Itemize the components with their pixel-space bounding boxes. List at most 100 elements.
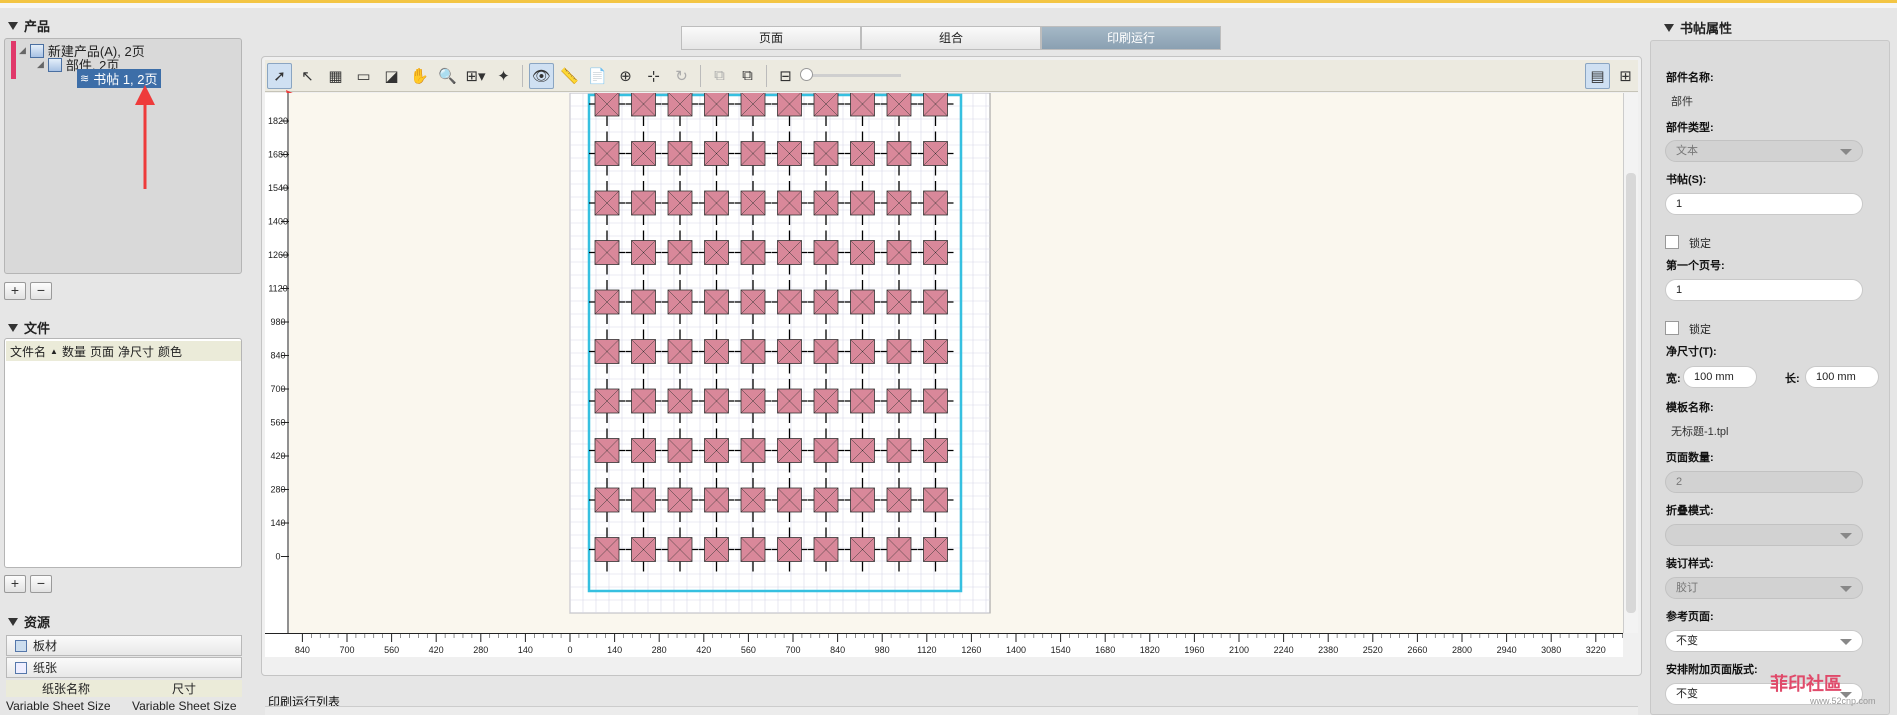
expand-triangle-icon[interactable]: ◢ xyxy=(19,45,26,56)
v-ruler-label: 1680 xyxy=(268,150,288,160)
properties-panel-header[interactable]: 书帖属性 xyxy=(1664,18,1732,37)
part-type-select[interactable]: 文本 xyxy=(1665,140,1863,162)
v-ruler-label: 280 xyxy=(270,485,285,495)
column-header-trim-size[interactable]: 净尺寸 xyxy=(118,343,154,360)
chevron-down-icon xyxy=(1840,533,1852,539)
h-ruler-label: 2100 xyxy=(1229,645,1249,655)
table-row[interactable]: Variable Sheet Size Variable Sheet Size xyxy=(6,699,242,715)
width-label: 宽: xyxy=(1666,373,1681,385)
template-name-label: 模板名称: xyxy=(1666,402,1714,414)
column-header-filename[interactable]: 文件名 xyxy=(10,343,46,360)
properties-panel-title: 书帖属性 xyxy=(1680,21,1733,36)
sheet-tool-button[interactable]: ◪ xyxy=(379,63,404,89)
part-name-label: 部件名称: xyxy=(1666,72,1714,84)
lock-signature-checkbox[interactable] xyxy=(1665,235,1679,249)
page-tool-button[interactable]: ▭ xyxy=(351,63,376,89)
trim-size-label: 净尺寸(T): xyxy=(1666,346,1717,358)
zoom-slider[interactable] xyxy=(800,68,901,81)
resource-item-label: 纸张 xyxy=(33,661,58,675)
single-view-icon[interactable]: ▤ xyxy=(1585,62,1610,89)
resource-item-plate[interactable]: 板材 xyxy=(6,635,242,656)
product-panel-header[interactable]: 产品 xyxy=(8,16,50,35)
length-label: 长: xyxy=(1785,373,1800,385)
align-left-icon[interactable]: ⧉ xyxy=(707,63,732,89)
add-product-button[interactable]: + xyxy=(4,282,26,300)
tab-press-run[interactable]: 印刷运行 xyxy=(1041,26,1221,50)
length-input[interactable]: 100 mm xyxy=(1805,366,1879,388)
page-count-label: 页面数量: xyxy=(1666,452,1714,464)
column-header-color[interactable]: 颜色 xyxy=(158,343,182,360)
remove-product-button[interactable]: − xyxy=(30,282,52,300)
split-icon[interactable]: ⊹ xyxy=(641,63,666,89)
watermark-text: 菲印社區 xyxy=(1770,674,1842,694)
resource-item-paper[interactable]: 纸张 xyxy=(6,657,242,678)
v-ruler-label: 140 xyxy=(270,518,285,528)
h-ruler-label: 3220 xyxy=(1586,645,1606,655)
ruler-icon[interactable]: 📏 xyxy=(557,63,582,89)
column-header-pages[interactable]: 页面 xyxy=(90,343,114,360)
eye-icon[interactable]: 👁 xyxy=(529,62,554,89)
h-ruler-label: 2380 xyxy=(1318,645,1338,655)
part-name-value: 部件 xyxy=(1671,96,1693,108)
vertical-scrollbar-thumb[interactable] xyxy=(1626,173,1636,613)
h-ruler-label: 2800 xyxy=(1452,645,1472,655)
tab-combine[interactable]: 组合 xyxy=(861,26,1041,50)
v-ruler-label: 1120 xyxy=(268,284,287,294)
layout-dropdown-button[interactable]: ⊞▾ xyxy=(463,63,488,89)
add-file-button[interactable]: + xyxy=(4,575,26,593)
page-count-field: 2 xyxy=(1665,471,1863,493)
imposition-preview[interactable]: 1820168015401400126011209808407005604202… xyxy=(265,93,1623,633)
lock-first-page-checkbox[interactable] xyxy=(1665,321,1679,335)
document-icon[interactable]: 📄 xyxy=(585,63,610,89)
first-page-input[interactable]: 1 xyxy=(1665,279,1863,301)
column-header-quantity[interactable]: 数量 xyxy=(62,343,86,360)
subselect-tool-button[interactable]: ↖ xyxy=(295,63,320,89)
resources-panel-title: 资源 xyxy=(24,615,51,630)
resources-panel-header[interactable]: 资源 xyxy=(8,612,50,631)
column-header-size[interactable]: 尺寸 xyxy=(126,680,242,697)
crosshair-icon[interactable]: ⊕ xyxy=(613,63,638,89)
h-ruler-label: 420 xyxy=(696,645,711,655)
v-ruler-label: 840 xyxy=(270,351,285,361)
zoom-out-icon[interactable]: ⊟ xyxy=(773,63,798,89)
v-ruler-label: 980 xyxy=(270,317,285,327)
part-type-value: 文本 xyxy=(1676,145,1698,157)
v-ruler-label: 0 xyxy=(275,552,280,562)
binding-style-select[interactable]: 胶订 xyxy=(1665,577,1863,599)
signature-icon: ≋ xyxy=(80,73,90,85)
expand-triangle-icon[interactable]: ◢ xyxy=(37,59,44,70)
tab-pages[interactable]: 页面 xyxy=(681,26,861,50)
vertical-ruler: 1820168015401400126011209808407005604202… xyxy=(265,93,289,633)
v-ruler-label: 420 xyxy=(270,451,285,461)
collapse-triangle-icon xyxy=(8,21,18,30)
fold-pattern-select[interactable] xyxy=(1665,524,1863,546)
v-ruler-label: 700 xyxy=(270,384,285,394)
auto-arrange-button[interactable]: ✦ xyxy=(491,63,516,89)
hand-tool-button[interactable]: ✋ xyxy=(407,63,432,89)
width-input[interactable]: 100 mm xyxy=(1683,366,1757,388)
select-tool-button[interactable]: ➚ xyxy=(267,62,292,89)
refresh-icon[interactable]: ↻ xyxy=(669,63,694,89)
properties-panel: 部件名称: 部件 部件类型: 文本 书帖(S): 1 锁定 第一个页号: 1 锁… xyxy=(1650,40,1890,715)
multi-view-icon[interactable]: ⊞ xyxy=(1613,63,1638,89)
product-panel-title: 产品 xyxy=(24,19,51,34)
imposition-canvas[interactable]: 1820 1680 1540 1400 1260 1120 980 840 700 560 420 2… xyxy=(265,93,1623,633)
column-header-paper-name[interactable]: 纸张名称 xyxy=(6,680,126,697)
h-ruler-label: 280 xyxy=(473,645,488,655)
h-ruler-label: 280 xyxy=(652,645,667,655)
horizontal-ruler: 840 700 560 420 280 140 0 140 280 420 560 700 840 980… xyxy=(265,633,1632,657)
reference-page-select[interactable]: 不变 xyxy=(1665,630,1863,652)
remove-file-button[interactable]: − xyxy=(30,575,52,593)
h-ruler-label: 1260 xyxy=(961,645,981,655)
zoom-tool-button[interactable]: 🔍 xyxy=(435,63,460,89)
h-ruler-label: 1400 xyxy=(1006,645,1026,655)
plate-icon xyxy=(15,639,27,652)
align-right-icon[interactable]: ⧉ xyxy=(735,63,760,89)
zoom-slider-knob[interactable] xyxy=(800,68,813,81)
files-panel-header[interactable]: 文件 xyxy=(8,318,50,337)
reference-page-label: 参考页面: xyxy=(1666,611,1714,623)
signature-input[interactable]: 1 xyxy=(1665,193,1863,215)
h-ruler-label: 700 xyxy=(339,645,354,655)
vertical-scrollbar[interactable] xyxy=(1623,93,1638,633)
grid-tool-button[interactable]: ▦ xyxy=(323,63,348,89)
